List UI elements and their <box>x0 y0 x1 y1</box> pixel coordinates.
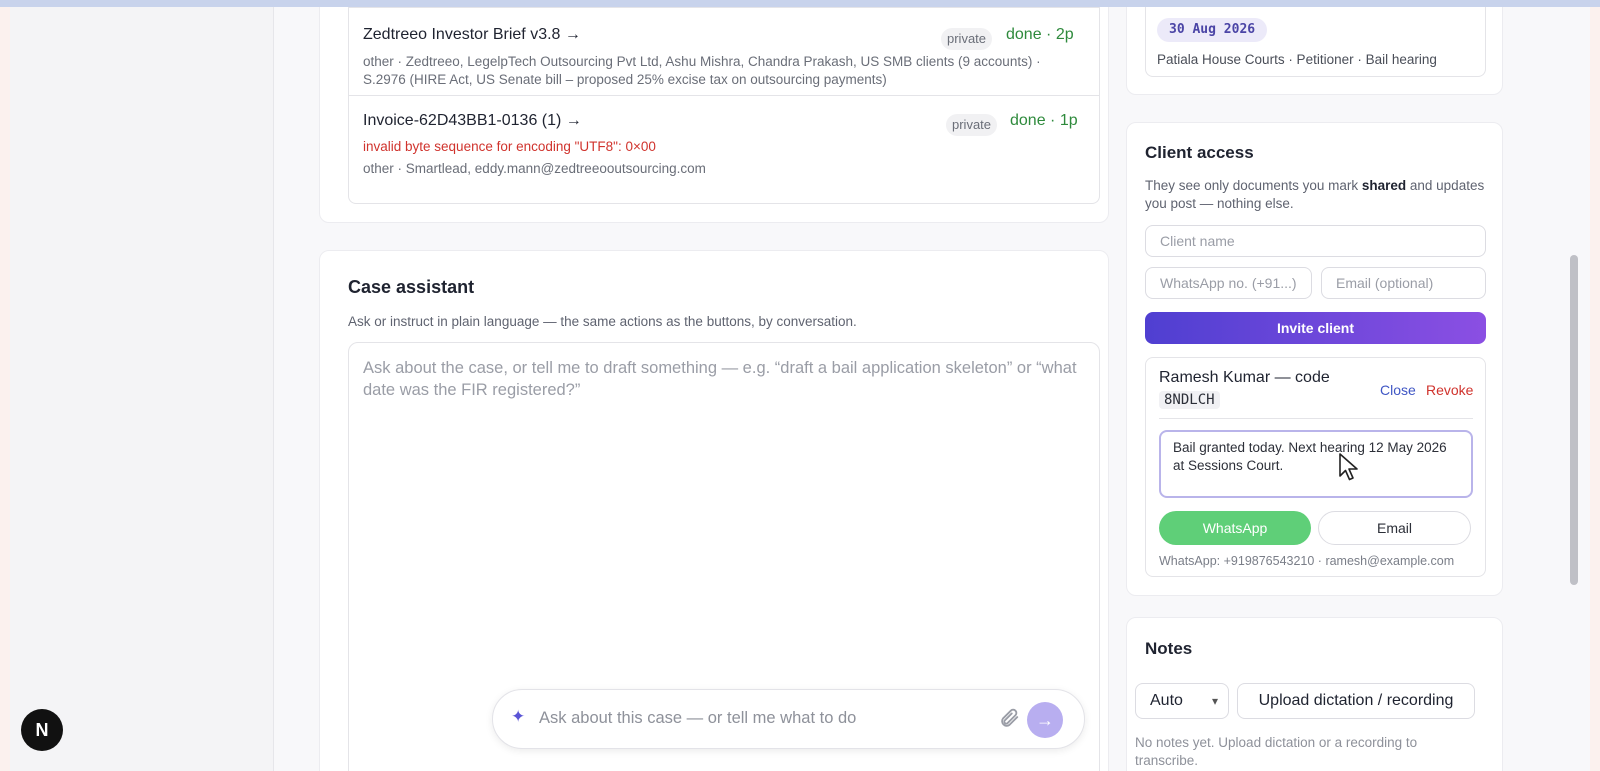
client-contact-info: WhatsApp: +919876543210 · ramesh@example… <box>1159 554 1455 568</box>
document-title[interactable]: Zedtreeo Investor Brief v3.8 → <box>363 26 581 44</box>
whatsapp-send-button[interactable]: WhatsApp <box>1159 511 1311 545</box>
assistant-subtitle: Ask or instruct in plain language — the … <box>348 314 857 329</box>
mode-value: Auto <box>1150 692 1183 709</box>
client-update-textarea[interactable]: Bail granted today. Next hearing 12 May … <box>1159 430 1473 498</box>
error-message: invalid byte sequence for encoding "UTF8… <box>363 139 656 154</box>
email-send-button[interactable]: Email <box>1318 511 1471 545</box>
revoke-link[interactable]: Revoke <box>1426 382 1473 398</box>
list-item[interactable]: Zedtreeo Investor Brief v3.8 → private d… <box>349 7 1099 95</box>
window-top-bar <box>0 0 1600 7</box>
mouse-cursor-icon <box>1338 452 1360 487</box>
hearing-details: Patiala House Courts · Petitioner · Bail… <box>1157 52 1437 67</box>
client-access-description: They see only documents you mark shared … <box>1145 177 1490 213</box>
client-code: 8NDLCH <box>1159 391 1220 409</box>
document-meta: other · Smartlead, eddy.mann@zedtreeoout… <box>363 161 706 176</box>
chat-input-bar[interactable]: ✦ Ask about this case — or tell me what … <box>492 689 1085 749</box>
client-name-input[interactable]: Client name <box>1145 225 1486 257</box>
transcription-mode-select[interactable]: Auto ▾ <box>1135 683 1229 719</box>
status-text: done · 2p <box>1006 26 1074 43</box>
status-text: done · 1p <box>1010 112 1078 129</box>
documents-list: Zedtreeo Investor Brief v3.8 → private d… <box>348 7 1100 204</box>
document-meta-line: S.2976 (HIRE Act, US Senate bill – propo… <box>363 72 887 87</box>
assistant-textarea-placeholder: Ask about the case, or tell me to draft … <box>363 359 1077 399</box>
invite-client-button[interactable]: Invite client <box>1145 312 1486 344</box>
visibility-badge[interactable]: private <box>946 114 998 136</box>
client-entry: Ramesh Kumar — code 8NDLCH Close Revoke … <box>1145 357 1486 577</box>
client-access-desc-bold: shared <box>1361 178 1407 193</box>
notes-empty-text: No notes yet. Upload dictation or a reco… <box>1135 735 1418 768</box>
left-sidebar <box>10 7 274 771</box>
client-name: Ramesh Kumar — code <box>1159 369 1330 386</box>
close-link[interactable]: Close <box>1380 382 1416 398</box>
divider <box>1159 418 1473 419</box>
notes-title: Notes <box>1145 639 1193 658</box>
chat-input[interactable]: Ask about this case — or tell me what to… <box>539 709 856 728</box>
visibility-badge[interactable]: private <box>941 28 993 50</box>
chevron-down-icon: ▾ <box>1211 694 1218 708</box>
list-item[interactable]: Invoice-62D43BB1-0136 (1) → private done… <box>349 95 1099 191</box>
assistant-title: Case assistant <box>348 277 475 297</box>
client-access-title: Client access <box>1145 143 1254 162</box>
paperclip-icon[interactable] <box>998 707 1020 729</box>
sparkle-icon: ✦ <box>511 707 526 726</box>
document-meta: other · Zedtreeo, LegelpTech Outsourcing… <box>363 53 1083 89</box>
document-title[interactable]: Invoice-62D43BB1-0136 (1) → <box>363 112 582 130</box>
hearing-date-badge: 30 Aug 2026 <box>1157 18 1268 42</box>
scrollbar-thumb[interactable] <box>1570 255 1578 585</box>
upload-dictation-button[interactable]: Upload dictation / recording <box>1237 683 1475 719</box>
client-access-desc-text: They see only documents you mark <box>1145 178 1362 193</box>
nextjs-badge-icon[interactable]: N <box>21 709 63 751</box>
document-meta-line: other · Zedtreeo, LegelpTech Outsourcing… <box>363 54 1041 69</box>
email-input[interactable]: Email (optional) <box>1321 267 1486 299</box>
app-page: Zedtreeo Investor Brief v3.8 → private d… <box>10 7 1590 771</box>
whatsapp-number-input[interactable]: WhatsApp no. (+91...) <box>1145 267 1312 299</box>
send-button[interactable]: → <box>1027 702 1063 738</box>
